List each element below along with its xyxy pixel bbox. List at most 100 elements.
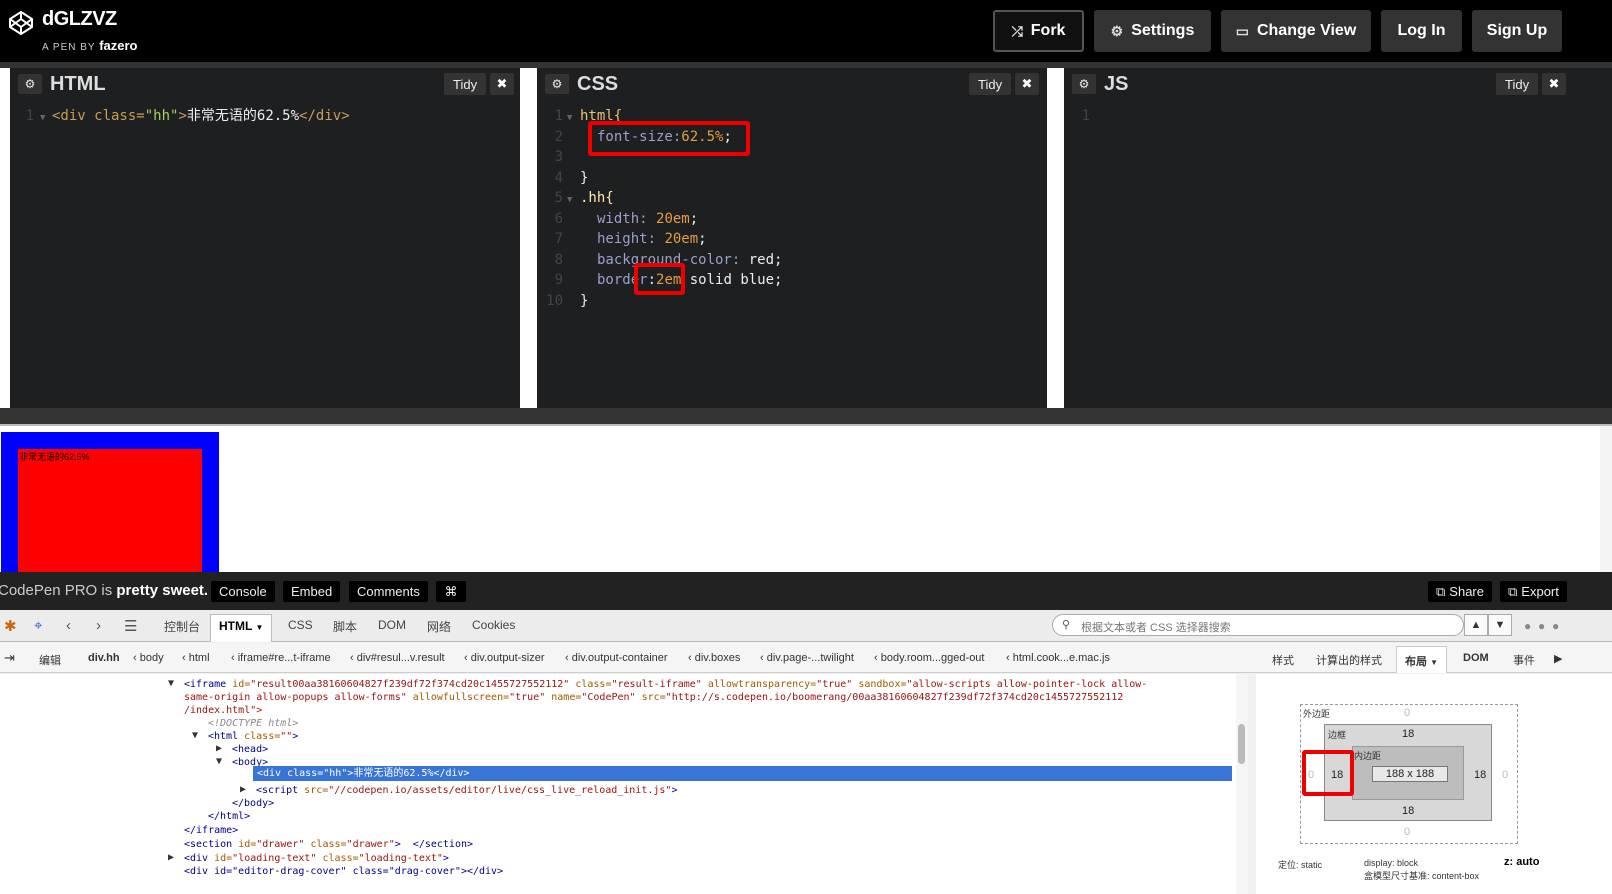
padding-bottom[interactable]: 0 bbox=[1405, 786, 1411, 798]
css-settings-gear-icon[interactable]: ⚙ bbox=[545, 74, 569, 94]
css-close-icon[interactable]: ✖ bbox=[1015, 73, 1039, 95]
tab-cookies[interactable]: Cookies bbox=[472, 618, 515, 632]
forward-icon[interactable]: › bbox=[96, 617, 101, 634]
search-next-icon[interactable]: ▼ bbox=[1488, 614, 1512, 636]
resize-divider[interactable] bbox=[0, 408, 1612, 424]
tree-node[interactable]: <div id="loading-text" class="loading-te… bbox=[184, 852, 449, 865]
breadcrumb-item[interactable]: ‹ div.page-...twilight bbox=[760, 652, 854, 664]
minimize-icon[interactable]: ● bbox=[1524, 619, 1531, 633]
margin-bottom[interactable]: 0 bbox=[1404, 826, 1410, 838]
collapsed-triangle-icon[interactable]: ▶ bbox=[168, 852, 174, 863]
change-view-button[interactable]: ▭ Change View bbox=[1221, 10, 1371, 52]
search-prev-icon[interactable]: ▲ bbox=[1464, 614, 1488, 636]
selected-tree-node[interactable]: <div class="hh">非常无语的62.5%</div> bbox=[253, 766, 1232, 781]
expand-triangle-icon[interactable]: ▼ bbox=[192, 730, 198, 741]
tree-node[interactable]: <script src="//codepen.io/assets/editor/… bbox=[256, 784, 677, 797]
tree-node[interactable]: </iframe> bbox=[184, 824, 238, 837]
code-token: 20em bbox=[656, 210, 690, 227]
share-button[interactable]: ⧉ Share bbox=[1428, 581, 1492, 602]
chevron-right-icon[interactable]: ▶ bbox=[1554, 652, 1562, 665]
signup-button[interactable]: Sign Up bbox=[1472, 10, 1562, 52]
pro-promo[interactable]: CodePen PRO is pretty sweet. bbox=[0, 582, 208, 599]
tab-script[interactable]: 脚本 bbox=[333, 618, 357, 635]
result-scrollbar[interactable] bbox=[1600, 426, 1612, 572]
collapsed-triangle-icon[interactable]: ▶ bbox=[216, 743, 222, 754]
js-settings-gear-icon[interactable]: ⚙ bbox=[1072, 74, 1096, 94]
side-tab-computed[interactable]: 计算出的样式 bbox=[1316, 652, 1382, 668]
padding-left[interactable]: 0 bbox=[1359, 769, 1365, 781]
html-tidy-button[interactable]: Tidy bbox=[444, 73, 487, 95]
tab-console[interactable]: 控制台 bbox=[164, 618, 200, 635]
tab-html[interactable]: HTML ▼ bbox=[210, 614, 273, 642]
tree-node[interactable]: </body> bbox=[232, 797, 274, 810]
pen-title[interactable]: dGLZVZ bbox=[42, 8, 117, 31]
breadcrumb-item[interactable]: ‹ html bbox=[182, 652, 210, 664]
side-tab-layout[interactable]: 布局 ▼ bbox=[1396, 646, 1447, 673]
css-tidy-button[interactable]: Tidy bbox=[969, 73, 1012, 95]
border-bottom[interactable]: 18 bbox=[1402, 805, 1414, 817]
tree-node[interactable]: <section id="drawer" class="drawer"> </s… bbox=[184, 838, 473, 851]
breadcrumb-item[interactable]: div.hh bbox=[88, 652, 120, 664]
comments-button[interactable]: Comments bbox=[349, 581, 428, 602]
edit-button[interactable]: 编辑 bbox=[39, 652, 61, 668]
breadcrumb-item[interactable]: ‹ div.output-container bbox=[565, 652, 668, 664]
back-icon[interactable]: ‹ bbox=[66, 617, 71, 634]
console-button[interactable]: Console bbox=[211, 581, 275, 602]
js-tidy-button[interactable]: Tidy bbox=[1496, 73, 1539, 95]
breadcrumb-item[interactable]: ‹ body bbox=[133, 652, 164, 664]
fold-icon[interactable]: ▼ bbox=[567, 108, 572, 129]
breadcrumb-item[interactable]: ‹ div.output-sizer bbox=[464, 652, 545, 664]
node-picker-icon[interactable]: ⇥ bbox=[4, 650, 15, 666]
tree-node[interactable]: <div id="editor-drag-cover" class="drag-… bbox=[184, 865, 503, 878]
dom-tree-scrollbar[interactable] bbox=[1236, 674, 1248, 894]
tab-network[interactable]: 网络 bbox=[427, 618, 451, 635]
tree-node[interactable]: <html class=""> bbox=[208, 730, 298, 743]
codepen-logo-icon[interactable] bbox=[8, 10, 34, 36]
scrollbar-thumb[interactable] bbox=[1238, 724, 1245, 764]
detach-icon[interactable]: ● bbox=[1538, 619, 1545, 633]
tree-node[interactable]: <iframe id="result00aa38160604827f239df7… bbox=[184, 678, 1147, 691]
breadcrumb-item[interactable]: ‹ iframe#re...t-iframe bbox=[231, 652, 331, 664]
padding-right[interactable]: 0 bbox=[1453, 769, 1459, 781]
tree-node[interactable]: <head> bbox=[232, 743, 268, 756]
keyboard-shortcuts-button[interactable]: ⌘ bbox=[436, 581, 466, 602]
side-tab-dom[interactable]: DOM bbox=[1463, 652, 1489, 664]
breadcrumb-item[interactable]: ‹ body.room...gged-out bbox=[874, 652, 984, 664]
html-settings-gear-icon[interactable]: ⚙ bbox=[18, 74, 42, 94]
collapsed-triangle-icon[interactable]: ▶ bbox=[240, 784, 246, 795]
tree-node[interactable]: <!DOCTYPE html> bbox=[208, 717, 298, 730]
margin-top[interactable]: 0 bbox=[1404, 707, 1410, 719]
devtools-search-input[interactable]: 根据文本或者 CSS 选择器搜索 bbox=[1052, 614, 1464, 636]
breadcrumb-item[interactable]: ‹ div#resul...v.result bbox=[350, 652, 445, 664]
fork-button[interactable]: ⤮ Fork bbox=[993, 10, 1084, 52]
tab-dom[interactable]: DOM bbox=[378, 618, 406, 632]
border-right[interactable]: 18 bbox=[1474, 769, 1486, 781]
content-size[interactable]: 188 x 188 bbox=[1372, 766, 1448, 782]
js-close-icon[interactable]: ✖ bbox=[1542, 73, 1566, 95]
embed-button[interactable]: Embed bbox=[283, 581, 341, 602]
breadcrumb-item[interactable]: ‹ div.boxes bbox=[688, 652, 740, 664]
side-tab-styles[interactable]: 样式 bbox=[1272, 652, 1294, 668]
padding-top[interactable]: 0 bbox=[1405, 750, 1411, 762]
tree-node[interactable]: </html> bbox=[208, 810, 250, 823]
dom-tree[interactable]: ▼ <iframe id="result00aa38160604827f239d… bbox=[0, 674, 1248, 894]
author-link[interactable]: fazero bbox=[99, 38, 137, 53]
fold-icon[interactable]: ▼ bbox=[40, 108, 45, 129]
tab-css[interactable]: CSS bbox=[288, 618, 313, 632]
close-devtools-icon[interactable]: ● bbox=[1552, 619, 1559, 633]
settings-button[interactable]: ⚙ Settings bbox=[1094, 10, 1211, 52]
expand-triangle-icon[interactable]: ▼ bbox=[216, 756, 222, 767]
side-tab-events[interactable]: 事件 bbox=[1513, 652, 1535, 668]
breadcrumb-item[interactable]: ‹ html.cook...e.mac.js bbox=[1006, 652, 1110, 664]
border-top[interactable]: 18 bbox=[1402, 728, 1414, 740]
list-icon[interactable]: ☰ bbox=[124, 617, 137, 635]
expand-triangle-icon[interactable]: ▼ bbox=[168, 678, 174, 689]
margin-right[interactable]: 0 bbox=[1502, 769, 1508, 781]
html-close-icon[interactable]: ✖ bbox=[490, 73, 514, 95]
fold-icon[interactable]: ▼ bbox=[567, 190, 572, 211]
inspect-icon[interactable]: ⌖ bbox=[34, 617, 42, 634]
code-token: width: bbox=[597, 210, 657, 227]
export-button[interactable]: ⧉ Export bbox=[1500, 581, 1567, 602]
firebug-icon[interactable]: ✱ bbox=[4, 617, 17, 635]
login-button[interactable]: Log In bbox=[1381, 10, 1462, 52]
